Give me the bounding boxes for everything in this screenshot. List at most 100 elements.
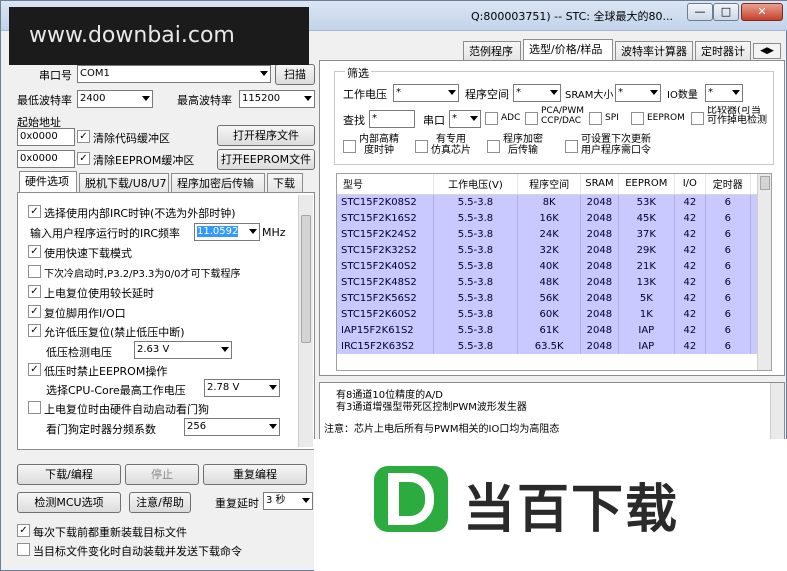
table-row[interactable]: STC15F2K56S2 5.5-3.8 56K 2048 5K 42 6 bbox=[337, 290, 771, 306]
info-line-2: 有3通道增强型带死区控制PWM波形发生器 bbox=[336, 402, 527, 413]
open-program-button[interactable]: 打开程序文件 bbox=[217, 125, 315, 146]
table-row[interactable]: STC15F2K16S2 5.5-3.8 16K 2048 45K 42 6 bbox=[337, 210, 771, 226]
col-io[interactable]: I/O bbox=[674, 174, 706, 195]
search-input[interactable]: * bbox=[369, 110, 415, 128]
eeprom-label: EEPROM bbox=[647, 113, 685, 123]
minimize-button[interactable]: — bbox=[687, 3, 713, 21]
col-timer[interactable]: 定时器 bbox=[705, 174, 751, 195]
irc-freq-select[interactable]: 11.0592 bbox=[194, 223, 260, 241]
tab-selection-price[interactable]: 选型/价格/样品 bbox=[523, 39, 613, 61]
tab-examples[interactable]: 范例程序 bbox=[463, 41, 521, 61]
download-program-button[interactable]: 下载/编程 bbox=[17, 464, 121, 485]
voltage-select[interactable]: * bbox=[393, 84, 459, 102]
spi-checkbox[interactable] bbox=[589, 112, 602, 125]
tab-hardware-options[interactable]: 硬件选项 bbox=[19, 171, 77, 193]
table-row[interactable]: STC15F2K40S2 5.5-3.8 40K 2048 21K 42 6 bbox=[337, 258, 771, 274]
wdt-divider-label: 看门狗定时器分频系数 bbox=[46, 423, 156, 436]
cpu-voltage-select[interactable]: 2.78 V bbox=[204, 379, 280, 397]
table-row[interactable]: STC15F2K48S2 5.5-3.8 48K 2048 13K 42 6 bbox=[337, 274, 771, 290]
table-cell: 6 bbox=[705, 242, 751, 258]
cold-start-checkbox[interactable] bbox=[28, 265, 41, 278]
maximize-button[interactable]: □ bbox=[713, 3, 739, 21]
reprogram-button[interactable]: 重复编程 bbox=[203, 464, 307, 485]
table-cell: 16K bbox=[517, 210, 581, 226]
chevron-down-icon bbox=[269, 385, 277, 390]
options-scrollbar[interactable] bbox=[298, 195, 313, 447]
stop-button[interactable]: 停止 bbox=[125, 464, 199, 485]
col-voltage[interactable]: 工作电压(V) bbox=[433, 174, 519, 195]
clear-code-checkbox[interactable]: ✓ bbox=[77, 130, 90, 143]
port-select[interactable]: COM1 bbox=[77, 65, 271, 83]
table-row[interactable]: STC15F2K08S2 5.5-3.8 8K 2048 53K 42 6 bbox=[337, 194, 771, 210]
table-cell: 45K bbox=[618, 210, 675, 226]
eeprom-checkbox[interactable] bbox=[631, 112, 644, 125]
table-row[interactable]: IAP15F2K61S2 5.5-3.8 61K 2048 IAP 42 6 bbox=[337, 322, 771, 338]
table-cell: 42 bbox=[674, 258, 706, 274]
table-cell: 6 bbox=[705, 322, 751, 338]
tab-download[interactable]: 下载 bbox=[267, 173, 303, 193]
col-model[interactable]: 型号 bbox=[337, 174, 434, 195]
table-row[interactable]: STC15F2K60S2 5.5-3.8 60K 2048 1K 42 6 bbox=[337, 306, 771, 322]
table-row[interactable]: IRC15F2K63S2 5.5-3.8 63.5K 2048 IAP 42 6 bbox=[337, 338, 771, 354]
open-eeprom-button[interactable]: 打开EEPROM文件 bbox=[217, 149, 315, 170]
close-button[interactable]: ✕ bbox=[741, 3, 783, 21]
detect-mcu-button[interactable]: 检测MCU选项 bbox=[17, 492, 121, 513]
repeat-delay-select[interactable]: 3 秒 bbox=[263, 492, 313, 510]
irc-clock-label: 选择使用内部IRC时钟(不选为外部时钟) bbox=[44, 207, 236, 220]
selection-panel: 筛选 工作电压 * 程序空间 * SRAM大小 * IO数量 * 查找 * 串口… bbox=[319, 60, 785, 376]
sram-select[interactable]: * bbox=[615, 84, 661, 102]
irc-filter-checkbox[interactable] bbox=[343, 140, 356, 153]
tab-scroll-arrows[interactable]: ◀▶ bbox=[753, 43, 781, 59]
col-eeprom[interactable]: EEPROM bbox=[618, 174, 675, 195]
tab-timer-calculator[interactable]: 定时器计 bbox=[695, 41, 751, 61]
password-checkbox[interactable] bbox=[565, 140, 578, 153]
table-scroll-thumb[interactable] bbox=[760, 176, 770, 190]
uart-select[interactable]: * bbox=[449, 110, 481, 128]
table-scrollbar[interactable] bbox=[757, 174, 771, 370]
info-scrollbar[interactable] bbox=[770, 383, 784, 441]
emulation-checkbox[interactable] bbox=[415, 140, 428, 153]
reset-as-io-checkbox[interactable]: ✓ bbox=[28, 305, 41, 318]
table-cell: 42 bbox=[674, 306, 706, 322]
comparator-checkbox[interactable] bbox=[691, 112, 704, 125]
irc-freq-label: 输入用户程序运行时的IRC频率 bbox=[30, 227, 181, 240]
long-reset-delay-checkbox[interactable]: ✓ bbox=[28, 285, 41, 298]
port-value: COM1 bbox=[80, 68, 110, 79]
tab-offline-download[interactable]: 脱机下载/U8/U7 bbox=[79, 173, 169, 193]
low-voltage-reset-checkbox[interactable]: ✓ bbox=[28, 324, 41, 337]
scroll-thumb[interactable] bbox=[301, 215, 311, 343]
col-space[interactable]: 程序空间 bbox=[517, 174, 581, 195]
lv-eeprom-checkbox[interactable]: ✓ bbox=[28, 363, 41, 376]
table-cell: 5.5-3.8 bbox=[433, 322, 519, 338]
io-label: IO数量 bbox=[667, 90, 698, 101]
reload-checkbox[interactable]: ✓ bbox=[17, 524, 30, 537]
code-address-input[interactable]: 0x0000 bbox=[17, 128, 75, 146]
lv-eeprom-label: 低压时禁止EEPROM操作 bbox=[44, 365, 168, 378]
table-row[interactable]: STC15F2K32S2 5.5-3.8 32K 2048 29K 42 6 bbox=[337, 242, 771, 258]
io-select[interactable]: * bbox=[705, 84, 743, 102]
irc-clock-checkbox[interactable]: ✓ bbox=[28, 205, 41, 218]
table-header-row: 型号 工作电压(V) 程序空间 SRAM EEPROM I/O 定时器 串 bbox=[337, 174, 771, 195]
tab-encrypted-transfer[interactable]: 程序加密后传输 bbox=[171, 173, 265, 193]
fast-download-checkbox[interactable]: ✓ bbox=[28, 245, 41, 258]
tab-baud-calculator[interactable]: 波特率计算器 bbox=[615, 41, 693, 61]
help-button[interactable]: 注意/帮助 bbox=[129, 492, 191, 513]
pca-checkbox[interactable] bbox=[525, 112, 538, 125]
col-sram[interactable]: SRAM bbox=[580, 174, 619, 195]
clear-eeprom-checkbox[interactable]: ✓ bbox=[77, 152, 90, 165]
hw-watchdog-checkbox[interactable] bbox=[28, 401, 41, 414]
table-cell: 5.5-3.8 bbox=[433, 274, 519, 290]
adc-checkbox[interactable] bbox=[485, 112, 498, 125]
table-row[interactable]: STC15F2K24S2 5.5-3.8 24K 2048 37K 42 6 bbox=[337, 226, 771, 242]
auto-send-checkbox[interactable] bbox=[17, 543, 30, 556]
max-baud-select[interactable]: 115200 bbox=[239, 90, 315, 108]
chevron-left-icon[interactable]: ◀ bbox=[760, 46, 767, 56]
eeprom-address-input[interactable]: 0x0000 bbox=[17, 150, 75, 168]
min-baud-select[interactable]: 2400 bbox=[77, 90, 153, 108]
chevron-right-icon[interactable]: ▶ bbox=[767, 46, 774, 56]
space-select[interactable]: * bbox=[513, 84, 561, 102]
encrypt-checkbox[interactable] bbox=[487, 140, 500, 153]
scan-button[interactable]: 扫描 bbox=[275, 64, 315, 85]
wdt-divider-select[interactable]: 256 bbox=[184, 418, 280, 436]
low-voltage-select[interactable]: 2.63 V bbox=[134, 341, 232, 359]
